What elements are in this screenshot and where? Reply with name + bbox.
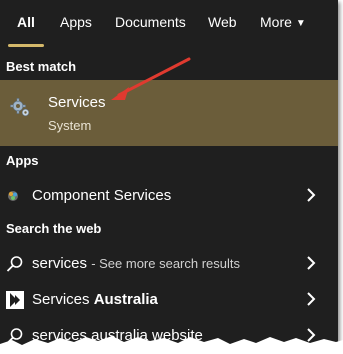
web-item-bold-text: Australia (93, 291, 158, 308)
tab-more[interactable]: More ▼ (260, 13, 306, 34)
app-item-label: Component Services (32, 187, 172, 204)
chevron-right-icon (307, 188, 316, 202)
tab-apps[interactable]: Apps (60, 13, 92, 31)
web-query-text: services (32, 255, 88, 272)
app-item-component-services[interactable]: Component Services (0, 178, 338, 214)
tab-all[interactable]: All (17, 13, 35, 31)
active-tab-indicator (8, 44, 44, 47)
apps-header: Apps (6, 153, 39, 168)
search-results-panel: All Apps Documents Web More▼ Best match (0, 0, 338, 348)
best-match-subtitle: System (48, 118, 92, 133)
search-tabs: All Apps Documents Web More ▼ (0, 0, 338, 48)
search-web-header: Search the web (6, 221, 102, 236)
best-match-header: Best match (6, 59, 77, 74)
component-services-icon (6, 187, 24, 205)
web-item-label: services - See more search results (32, 255, 240, 272)
web-item-plain-text: Services (32, 291, 94, 308)
tab-web[interactable]: Web (208, 13, 237, 31)
web-query-hint: - See more search results (91, 256, 241, 271)
tab-more-label: More (260, 14, 292, 30)
chevron-right-icon (307, 256, 316, 270)
web-item-label: Services Australia (32, 291, 158, 308)
caret-down-icon: ▼ (295, 18, 306, 29)
tab-documents[interactable]: Documents (115, 13, 186, 31)
web-item-services[interactable]: services - See more search results (0, 246, 338, 282)
torn-edge (0, 336, 343, 354)
best-match-item[interactable]: Services System (0, 80, 338, 146)
bing-icon (6, 291, 24, 309)
best-match-title: Services (48, 94, 106, 111)
web-item-services-australia[interactable]: Services Australia (0, 282, 338, 318)
gear-icon (10, 97, 32, 119)
search-icon (6, 255, 24, 273)
chevron-right-icon (307, 292, 316, 306)
